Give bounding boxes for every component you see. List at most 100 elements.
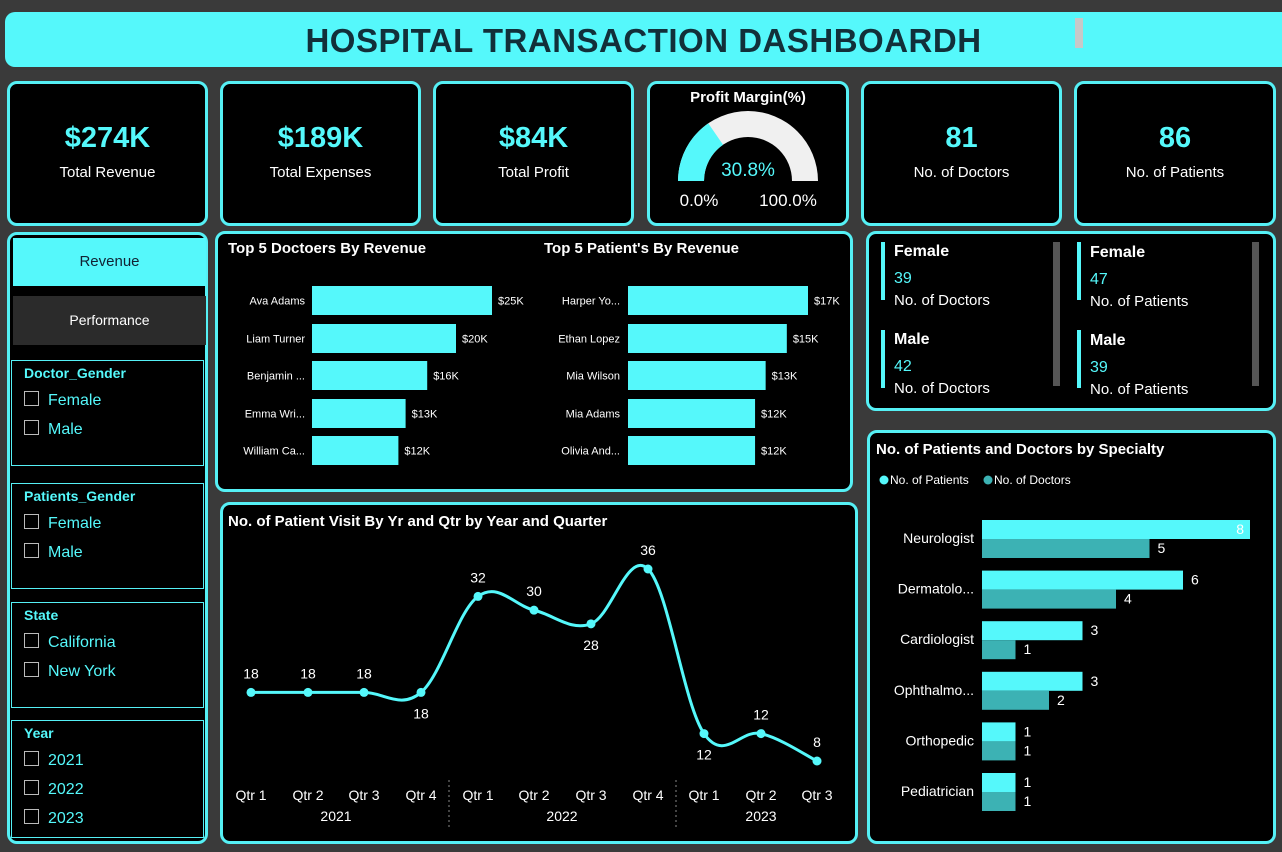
performance-nav-button[interactable]: Performance xyxy=(13,296,206,345)
x-tick-label: Qtr 4 xyxy=(632,787,663,803)
slicer-option-female[interactable]: Female xyxy=(24,391,101,410)
doctors-bar xyxy=(982,741,1016,761)
option-label: California xyxy=(48,634,116,651)
legend-dot-doctors xyxy=(983,475,993,485)
gender-count: 39 xyxy=(894,270,912,287)
gender-sub-label: No. of Patients xyxy=(1090,381,1189,398)
visit-point xyxy=(586,619,596,629)
patient-bar xyxy=(628,361,766,390)
doctor-category-label: Liam Turner xyxy=(246,334,305,346)
visit-point xyxy=(756,729,766,739)
patients-data-label: 3 xyxy=(1091,673,1099,689)
gender-sub-label: No. of Doctors xyxy=(894,380,990,397)
year-group-label: 2023 xyxy=(745,808,776,824)
page-title: HOSPITAL TRANSACTION DASHBOARDH xyxy=(305,22,982,59)
patients-bar xyxy=(982,722,1016,742)
patients-bar xyxy=(982,570,1183,590)
checkbox[interactable] xyxy=(24,420,39,435)
visits-line-chart: 18 Qtr 1 18 Qtr 2 18 Qtr 3 18 Qtr 4 32 Qtr 1 30 Qtr… xyxy=(235,542,833,830)
checkbox[interactable] xyxy=(24,543,39,558)
doctor-data-label: $16K xyxy=(433,371,459,383)
drag-handle[interactable] xyxy=(1075,18,1083,48)
doctors-bar xyxy=(982,589,1116,609)
doctors-data-label: 1 xyxy=(1024,793,1032,809)
visit-point xyxy=(812,756,822,766)
gender-label: Male xyxy=(1090,332,1126,349)
visit-point xyxy=(529,605,539,615)
kpi-value: 81 xyxy=(945,122,978,154)
visit-point xyxy=(246,687,256,697)
gender-sub-label: No. of Doctors xyxy=(894,292,990,309)
gender-count: 47 xyxy=(1090,271,1108,288)
option-label: New York xyxy=(48,663,116,680)
slicer-header: Doctor_Gender xyxy=(24,365,126,381)
legend-dot-patients xyxy=(879,475,889,485)
checkbox[interactable] xyxy=(24,514,39,529)
accent-bar xyxy=(881,330,885,388)
x-tick-label: Qtr 2 xyxy=(292,787,323,803)
doctor-bar xyxy=(312,436,399,465)
gender-label: Male xyxy=(894,331,930,348)
checkbox[interactable] xyxy=(24,633,39,648)
checkbox[interactable] xyxy=(24,809,39,824)
visit-data-label: 18 xyxy=(413,705,429,721)
visit-point xyxy=(473,591,483,601)
revenue-nav-button[interactable]: Revenue xyxy=(13,238,206,286)
x-tick-label: Qtr 1 xyxy=(235,787,266,803)
x-tick-label: Qtr 3 xyxy=(348,787,379,803)
scrollbar[interactable] xyxy=(1252,242,1259,386)
slicer-header: Patients_Gender xyxy=(24,488,136,504)
doctor-category-label: Ava Adams xyxy=(250,296,306,308)
doctors-chart-title: Top 5 Doctoers By Revenue xyxy=(228,240,427,257)
patients-bar xyxy=(982,621,1083,641)
accent-bar xyxy=(881,242,885,300)
kpi-value: $274K xyxy=(64,122,151,154)
accent-bar xyxy=(1077,242,1081,300)
patients-bar xyxy=(982,671,1083,691)
visit-data-label: 18 xyxy=(243,665,259,681)
slicer-option-2022[interactable]: 2022 xyxy=(24,780,84,799)
patient-data-label: $12K xyxy=(761,446,787,458)
profit-margin-gauge: Profit Margin(%) 30.8% 0.0% 100.0% xyxy=(647,81,849,226)
doctor-bar xyxy=(312,286,492,315)
kpi-total-profit: $84K Total Profit xyxy=(433,81,634,226)
doctors-bar xyxy=(982,690,1049,710)
kpi-label: No. of Patients xyxy=(1125,164,1225,181)
visit-point xyxy=(643,564,653,574)
checkbox[interactable] xyxy=(24,662,39,677)
checkbox[interactable] xyxy=(24,751,39,766)
slicer-option-male[interactable]: Male xyxy=(24,543,83,562)
kpi-label: Total Expenses xyxy=(269,164,372,181)
doctor-data-label: $13K xyxy=(412,409,438,421)
visit-point xyxy=(416,687,426,697)
slicer-option-california[interactable]: California xyxy=(24,633,116,652)
scrollbar[interactable] xyxy=(1053,242,1060,386)
visit-point xyxy=(303,687,313,697)
slicer-option-new-york[interactable]: New York xyxy=(24,662,116,681)
doctor-bar xyxy=(312,361,428,390)
doctors-data-label: 4 xyxy=(1124,591,1132,607)
kpi-no-of-doctors: 81 No. of Doctors xyxy=(861,81,1062,226)
gender-cards-panel: Female 39 No. of Doctors Male 42 No. of … xyxy=(866,231,1276,411)
gender-label: Female xyxy=(894,243,950,260)
slicer-option-2021[interactable]: 2021 xyxy=(24,751,84,770)
slicer-option-2023[interactable]: 2023 xyxy=(24,809,84,828)
gender-label: Female xyxy=(1090,244,1146,261)
option-label: Female xyxy=(48,515,102,532)
kpi-label: Total Revenue xyxy=(59,164,156,181)
checkbox[interactable] xyxy=(24,780,39,795)
slicer-header: Year xyxy=(24,725,54,741)
checkbox[interactable] xyxy=(24,391,39,406)
slicer-option-male[interactable]: Male xyxy=(24,420,83,439)
gender-sub-label: No. of Patients xyxy=(1090,293,1189,310)
doctor-bar xyxy=(312,399,406,428)
top5-panel: Top 5 Doctoers By Revenue Top 5 Patient'… xyxy=(215,231,853,492)
slicer-option-female[interactable]: Female xyxy=(24,514,101,533)
x-tick-label: Qtr 3 xyxy=(575,787,606,803)
kpi-total-revenue: $274K Total Revenue xyxy=(7,81,208,226)
doctors-bar xyxy=(982,539,1150,558)
patients-gender-slicer: Patients_Gender Female Male xyxy=(11,483,204,589)
specialty-chart-panel: No. of Patients and Doctors by Specialty… xyxy=(867,430,1276,844)
doctors-bar xyxy=(982,792,1016,811)
visit-data-label: 32 xyxy=(470,569,486,585)
